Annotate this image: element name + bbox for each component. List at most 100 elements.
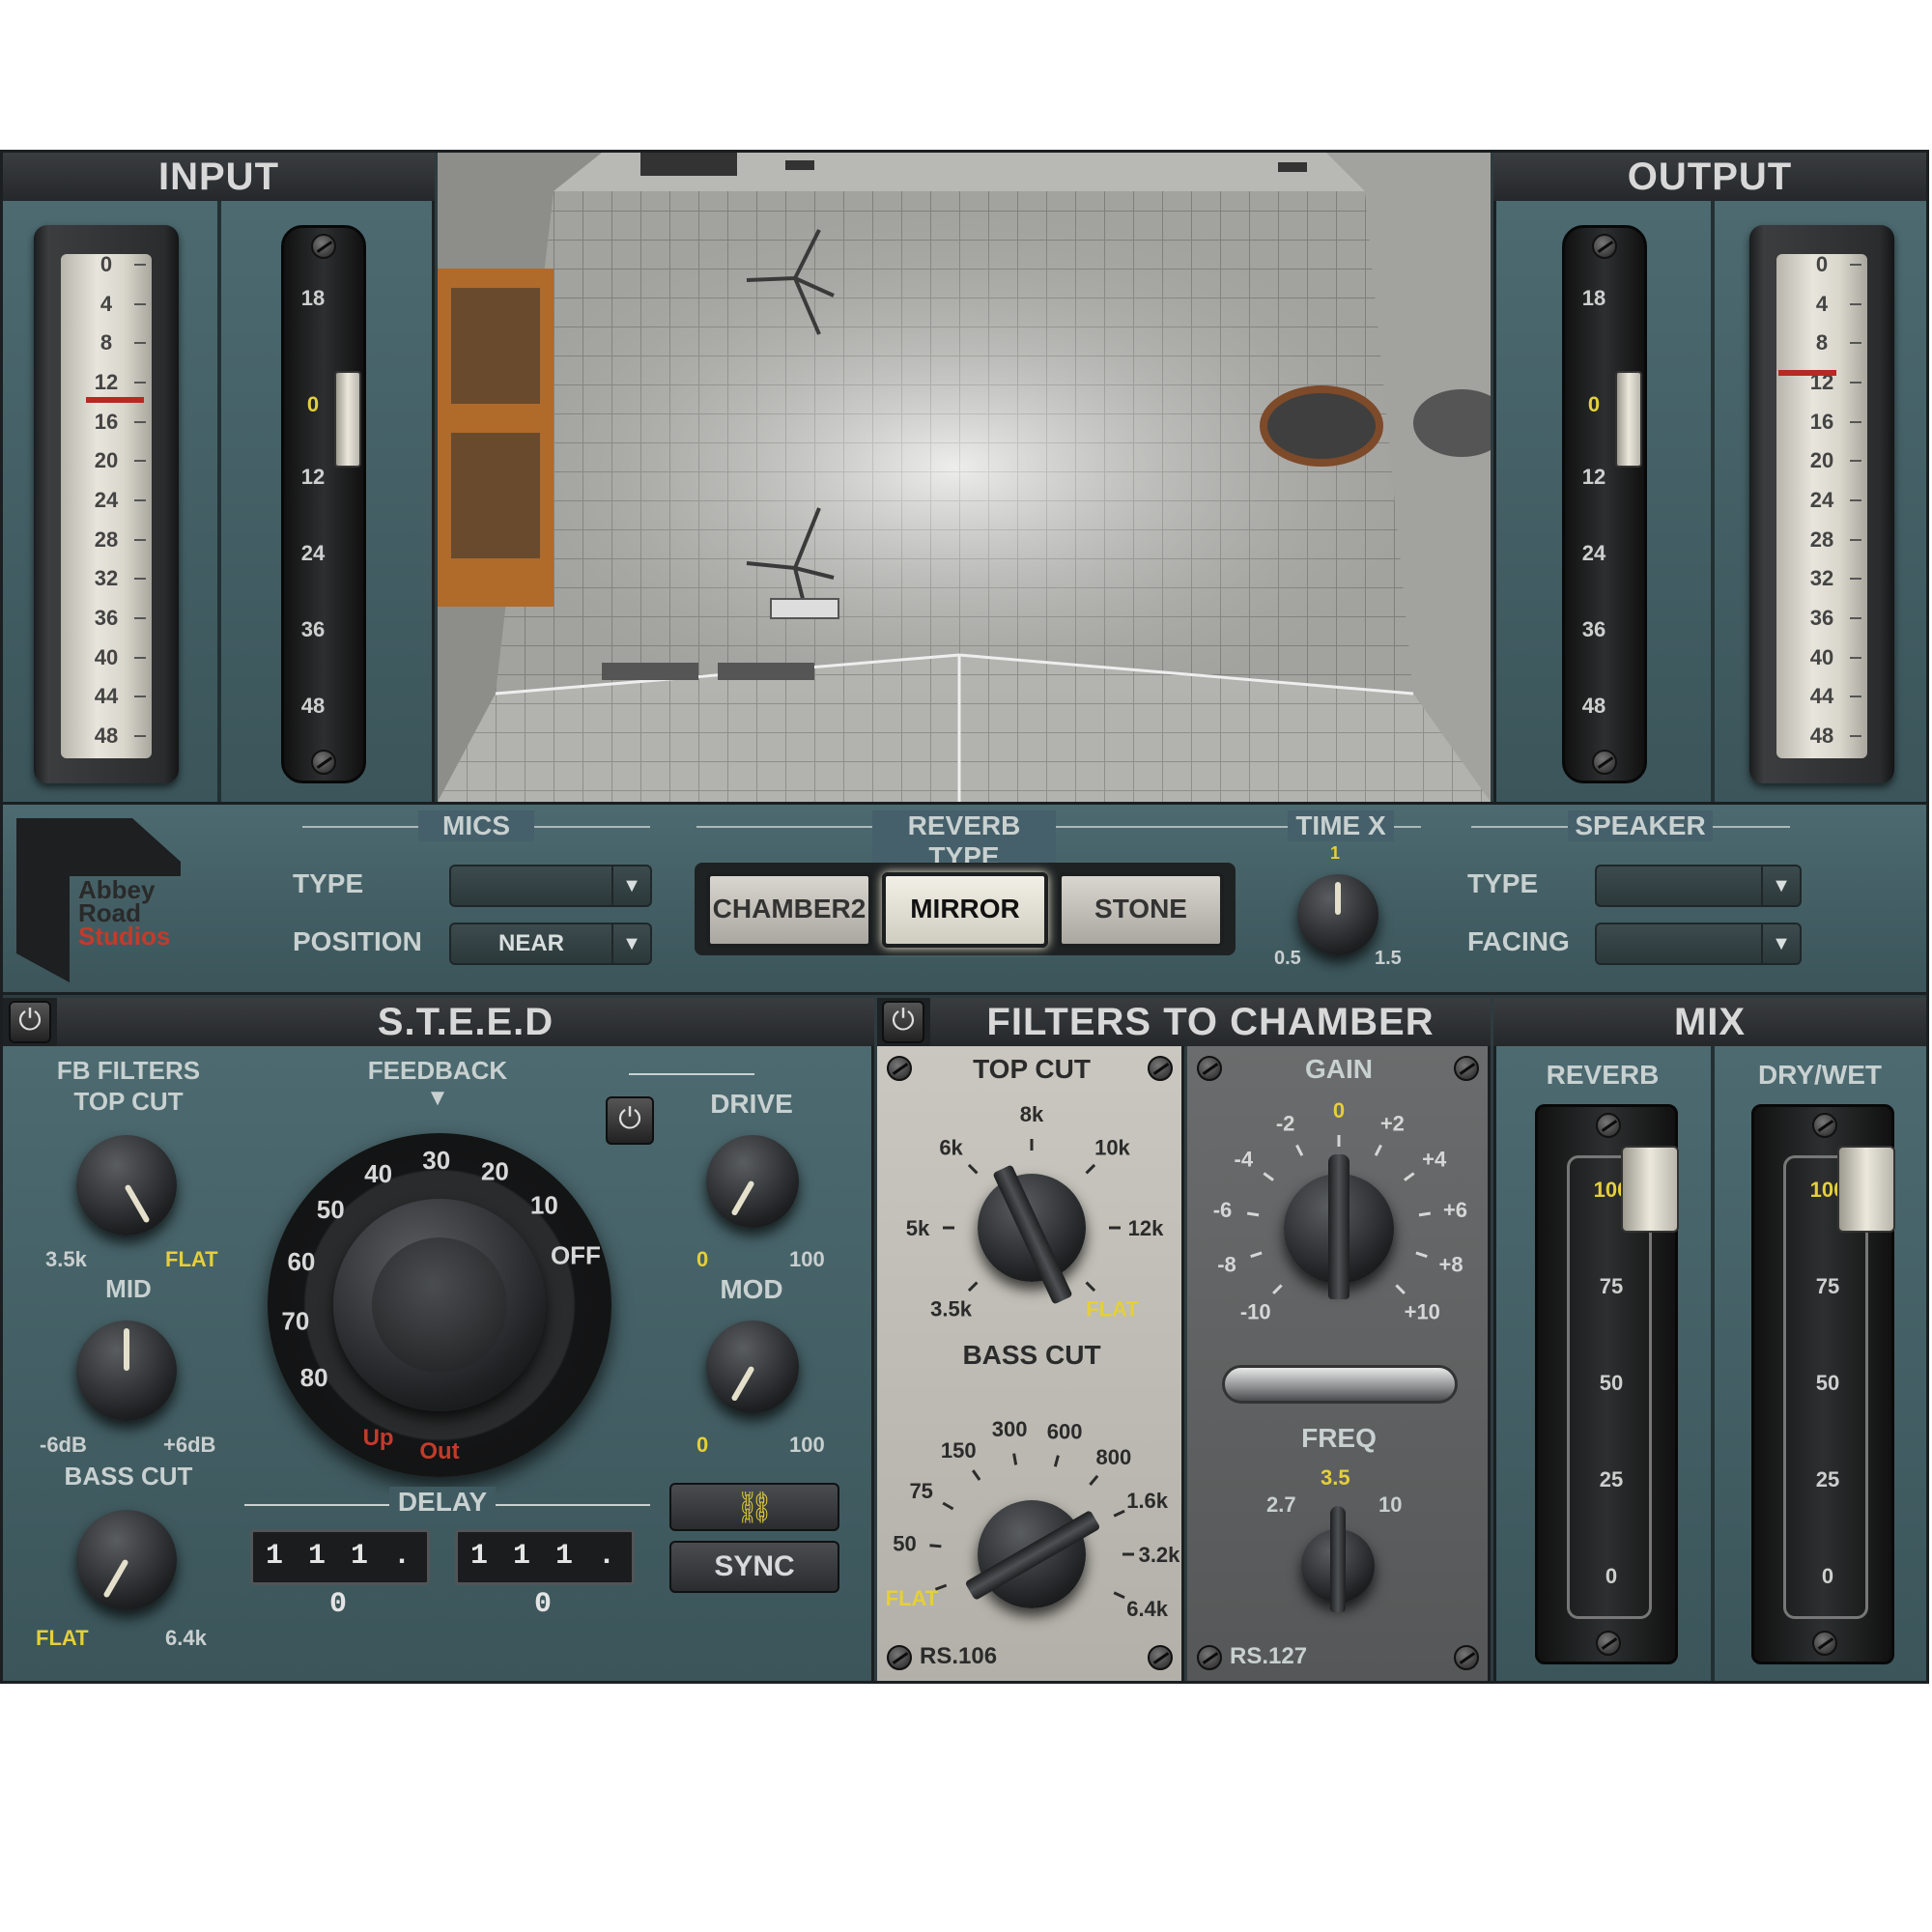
speaker-facing-dropdown[interactable]: ▼	[1595, 923, 1802, 965]
mics-position-dropdown[interactable]: NEAR ▼	[449, 923, 652, 965]
filter-scale-tick	[1415, 1251, 1428, 1259]
screw-icon	[1812, 1113, 1837, 1138]
rs127-freq-high: 10	[1378, 1492, 1403, 1517]
mid-label: MID	[105, 1274, 152, 1303]
vu-scale-label: 4	[99, 291, 113, 316]
power-icon: ⏻	[618, 1103, 641, 1135]
feedback-scale-label: 80	[300, 1363, 328, 1392]
vu-scale-label: 44	[94, 684, 119, 709]
filter-scale-tick	[1418, 1211, 1432, 1217]
fader-scale-label: 18	[1581, 286, 1606, 310]
reverb-mirror-button[interactable]: MIRROR	[882, 872, 1048, 948]
bass-cut-min-label: FLAT	[36, 1626, 89, 1650]
time-x-top-label: 1	[1330, 843, 1341, 863]
mix-reverb-fader-track[interactable]: 100 75 50 25 0	[1535, 1104, 1679, 1664]
bass-cut-max-label: 6.4k	[165, 1626, 207, 1650]
feedback-scale-label: 50	[317, 1195, 345, 1224]
screw-icon	[311, 234, 336, 259]
feedback-red-mark: Up	[363, 1425, 394, 1451]
input-fader-handle[interactable]	[334, 371, 361, 468]
fb-mid-knob[interactable]	[76, 1321, 177, 1421]
vu-scale-label: 28	[1809, 526, 1834, 552]
rs106-top-cut-knob[interactable]	[978, 1164, 1086, 1305]
mid-min-label: -6dB	[40, 1433, 87, 1457]
speaker-type-dropdown[interactable]: ▼	[1595, 865, 1802, 907]
vu-scale-label: 36	[1809, 606, 1834, 630]
vu-scale-tick	[134, 735, 146, 737]
delay-left-counter[interactable]: 1 1 1 . 0	[250, 1529, 430, 1621]
mod-knob[interactable]	[706, 1321, 799, 1413]
screw-icon	[1454, 1056, 1479, 1081]
input-fader-track[interactable]: 18 0 12 24 36 48	[281, 225, 366, 783]
vu-scale-label: 40	[1809, 644, 1834, 669]
logo-text: Studios	[78, 922, 171, 951]
time-x-knob[interactable]	[1297, 874, 1378, 955]
feedback-dial[interactable]: 80 70 60 50 40 30 20 10 OFF Up Out	[268, 1133, 611, 1477]
feedback-scale-label: 70	[281, 1306, 309, 1335]
link-icon: ⛓	[734, 1490, 775, 1524]
reverb-chamber2-button[interactable]: CHAMBER2	[706, 872, 872, 948]
output-fader-track[interactable]: 18 0 12 24 36 48	[1562, 225, 1647, 783]
vu-scale-tick	[134, 342, 146, 345]
vu-scale-tick	[1850, 656, 1861, 659]
filter-scale-label: 1.6k	[1126, 1489, 1169, 1513]
mix-scale-label: 0	[1821, 1564, 1834, 1588]
filter-scale-tick	[1012, 1453, 1018, 1465]
vu-scale-tick	[134, 696, 146, 698]
mod-max-label: 100	[789, 1433, 825, 1457]
speaker-facing-label: FACING	[1467, 926, 1570, 956]
mics-type-label: TYPE	[293, 868, 364, 898]
mix-drywet-fader-handle[interactable]	[1837, 1146, 1895, 1233]
vu-scale-tick	[1850, 382, 1861, 384]
delay-right-counter[interactable]: 1 1 1 . 0	[455, 1529, 635, 1621]
vu-scale-tick	[134, 420, 146, 423]
vu-scale-label: 16	[94, 409, 119, 434]
output-fader-handle[interactable]	[1615, 371, 1642, 468]
power-icon: ⏻	[892, 1005, 915, 1037]
mix-drywet-fader-track[interactable]: 100 75 50 25 0	[1751, 1104, 1895, 1664]
fb-top-cut-knob[interactable]	[76, 1135, 177, 1236]
rs127-freq-label: FREQ	[1301, 1423, 1377, 1453]
filter-scale-tick	[1089, 1474, 1099, 1486]
filter-scale-tick	[1053, 1455, 1060, 1467]
output-vu-needle	[1778, 370, 1836, 376]
mics-position-label: POSITION	[293, 926, 422, 956]
mics-type-dropdown[interactable]: ▼	[449, 865, 652, 907]
drive-knob[interactable]	[706, 1135, 799, 1228]
filters-power-button[interactable]: ⏻	[882, 1001, 924, 1043]
filter-scale-label: 800	[1095, 1445, 1131, 1469]
screw-icon	[1592, 750, 1617, 775]
mix-reverb-fader-handle[interactable]	[1621, 1146, 1679, 1233]
chevron-down-icon: ▼	[1761, 924, 1800, 963]
vu-scale-tick	[1850, 578, 1861, 581]
fader-scale-label: 24	[300, 541, 326, 565]
filter-scale-tick	[1246, 1211, 1260, 1217]
vu-scale-label: 4	[1815, 291, 1829, 316]
bass-cut-label: BASS CUT	[64, 1462, 193, 1491]
rs127-gain-knob[interactable]	[1284, 1154, 1394, 1299]
chevron-down-icon: ▼	[1761, 867, 1800, 905]
fader-scale-label: 18	[300, 286, 326, 310]
fb-bass-cut-knob[interactable]	[76, 1510, 177, 1610]
feedback-scale-label: 40	[364, 1159, 392, 1188]
filter-scale-label: 6k	[939, 1136, 963, 1160]
filter-scale-label: -4	[1235, 1147, 1254, 1171]
steed-power-button[interactable]: ⏻	[9, 1001, 51, 1043]
vu-scale-label: 0	[1815, 252, 1829, 276]
vu-scale-tick	[1850, 264, 1861, 266]
feedback-scale-label: 60	[287, 1247, 315, 1276]
vu-scale-label: 48	[1809, 724, 1834, 748]
filter-scale-label: 12k	[1128, 1216, 1164, 1240]
drive-mod-power-button[interactable]: ⏻	[606, 1096, 654, 1145]
mix-reverb-label: REVERB	[1546, 1060, 1660, 1090]
top-cut-max-label: FLAT	[165, 1247, 218, 1271]
rs106-bass-cut-knob[interactable]	[964, 1500, 1101, 1608]
sync-button[interactable]: SYNC	[669, 1541, 839, 1593]
feedback-scale-label: OFF	[551, 1241, 601, 1270]
vu-scale-tick	[1850, 420, 1861, 423]
reverb-stone-button[interactable]: STONE	[1058, 872, 1224, 948]
link-button[interactable]: ⛓	[669, 1483, 839, 1531]
mix-scale-label: 50	[1599, 1371, 1624, 1395]
rs127-freq-knob[interactable]	[1301, 1506, 1375, 1612]
feedback-knob[interactable]	[333, 1199, 546, 1411]
